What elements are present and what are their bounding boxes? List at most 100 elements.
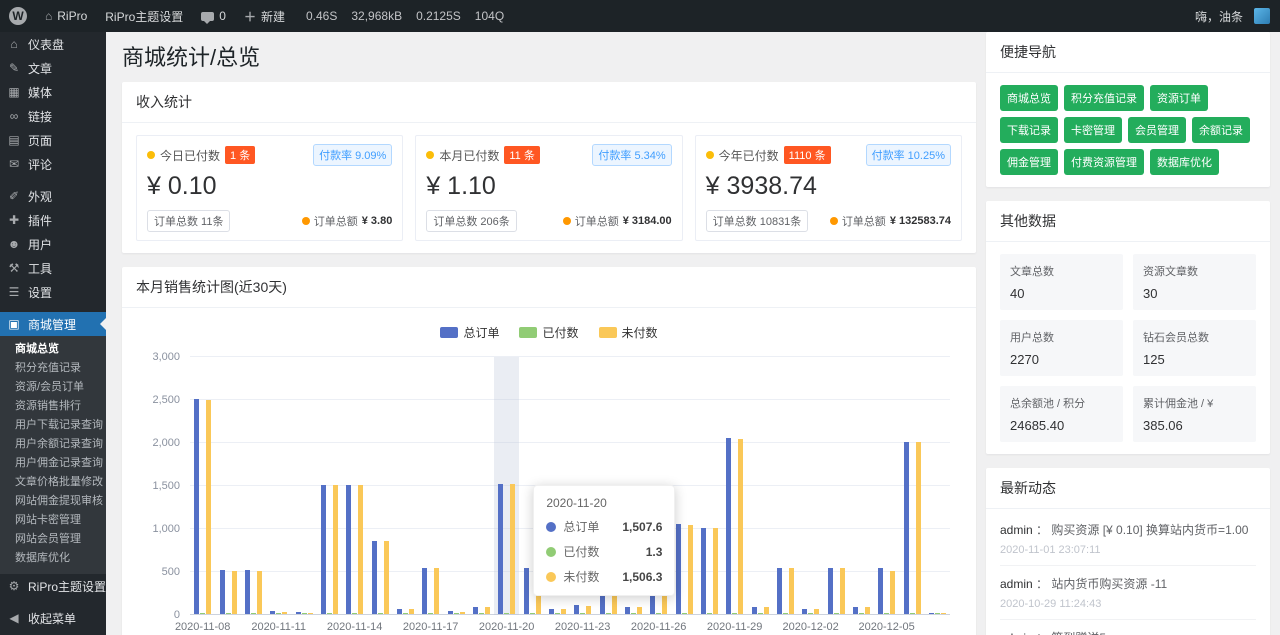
avatar[interactable] <box>1254 8 1270 24</box>
quick-nav-button-3[interactable]: 下载记录 <box>1000 117 1058 143</box>
chart-bar-series-1[interactable] <box>935 613 940 614</box>
chart-bar-series-1[interactable] <box>302 613 307 614</box>
quick-nav-button-1[interactable]: 积分充值记录 <box>1064 85 1144 111</box>
sidebar-subitem-11[interactable]: 数据库优化 <box>0 549 106 568</box>
legend-item-1[interactable]: 已付数 <box>519 324 578 341</box>
chart-bar-series-0[interactable] <box>574 605 579 614</box>
sidebar-item-2[interactable]: ▦媒体 <box>0 80 106 104</box>
chart-bar-series-1[interactable] <box>352 613 357 614</box>
chart-bar-series-2[interactable] <box>333 485 338 614</box>
chart-bar-series-0[interactable] <box>524 568 529 614</box>
sidebar-item-5[interactable]: ✉评论 <box>0 152 106 176</box>
sidebar-item-0[interactable]: ⌂仪表盘 <box>0 32 106 56</box>
chart-bar-series-2[interactable] <box>561 609 566 614</box>
chart-bar-series-1[interactable] <box>454 613 459 614</box>
sidebar-subitem-3[interactable]: 资源销售排行 <box>0 397 106 416</box>
sidebar-subitem-0[interactable]: 商城总览 <box>0 340 106 359</box>
site-link[interactable]: ⌂ RiPro <box>36 0 96 32</box>
chart-bar-series-1[interactable] <box>606 613 611 614</box>
sidebar-item-4[interactable]: ▤页面 <box>0 128 106 152</box>
sidebar-item-1[interactable]: ✎文章 <box>0 56 106 80</box>
chart-bar-series-0[interactable] <box>397 609 402 614</box>
legend-item-2[interactable]: 未付数 <box>599 324 658 341</box>
quick-nav-button-4[interactable]: 卡密管理 <box>1064 117 1122 143</box>
chart-bar-series-0[interactable] <box>625 607 630 614</box>
chart-bar-series-1[interactable] <box>226 613 231 614</box>
chart-bar-series-2[interactable] <box>358 485 363 614</box>
chart-bar-series-0[interactable] <box>321 485 326 614</box>
chart-bar-series-1[interactable] <box>530 613 535 614</box>
chart-bar-series-1[interactable] <box>783 613 788 614</box>
sidebar-subitem-8[interactable]: 网站佣金提现审核 <box>0 492 106 511</box>
chart-bar-series-1[interactable] <box>403 613 408 614</box>
sidebar-footer-item-0[interactable]: ⚙RiPro主题设置 <box>0 574 106 598</box>
chart-bar-series-1[interactable] <box>428 613 433 614</box>
sidebar-item-10[interactable]: ☰设置 <box>0 280 106 304</box>
sidebar-subitem-9[interactable]: 网站卡密管理 <box>0 511 106 530</box>
chart-bar-series-2[interactable] <box>485 607 490 614</box>
chart-bar-series-1[interactable] <box>808 613 813 614</box>
chart-bar-series-1[interactable] <box>758 613 763 614</box>
chart-bar-series-1[interactable] <box>504 613 509 614</box>
new-content-link[interactable]: ＋ 新建 <box>235 0 294 32</box>
chart-bar-series-1[interactable] <box>859 613 864 614</box>
chart-bar-series-0[interactable] <box>752 607 757 614</box>
quick-nav-button-9[interactable]: 数据库优化 <box>1150 149 1219 175</box>
chart-bar-series-2[interactable] <box>637 607 642 614</box>
chart-bar-series-2[interactable] <box>916 442 921 614</box>
chart-bar-series-2[interactable] <box>460 612 465 614</box>
chart-bar-series-1[interactable] <box>707 613 712 614</box>
chart-bar-series-2[interactable] <box>586 606 591 614</box>
sidebar-item-8[interactable]: ☻用户 <box>0 232 106 256</box>
sidebar-subitem-1[interactable]: 积分充值记录 <box>0 359 106 378</box>
chart-bar-series-1[interactable] <box>378 613 383 614</box>
chart-bar-series-1[interactable] <box>682 613 687 614</box>
chart-bar-series-1[interactable] <box>884 613 889 614</box>
chart-bar-series-1[interactable] <box>200 613 205 614</box>
chart-bar-series-2[interactable] <box>232 571 237 614</box>
chart-bar-series-0[interactable] <box>346 485 351 614</box>
chart-bar-series-2[interactable] <box>308 613 313 614</box>
sidebar-footer-item-1[interactable]: ◀收起菜单 <box>0 606 106 630</box>
chart-bar-series-2[interactable] <box>789 568 794 614</box>
chart-bar-series-0[interactable] <box>270 611 275 614</box>
chart-bar-series-1[interactable] <box>327 613 332 614</box>
chart-bar-series-1[interactable] <box>276 613 281 614</box>
chart-bar-series-1[interactable] <box>251 613 256 614</box>
quick-nav-button-5[interactable]: 会员管理 <box>1128 117 1186 143</box>
chart-bar-series-2[interactable] <box>688 525 693 614</box>
chart-bar-series-2[interactable] <box>282 612 287 614</box>
sidebar-item-11[interactable]: ▣商城管理 <box>0 312 106 336</box>
chart-bar-series-1[interactable] <box>732 613 737 614</box>
sidebar-subitem-10[interactable]: 网站会员管理 <box>0 530 106 549</box>
account-link[interactable]: 嗨，油条 <box>1186 0 1252 32</box>
chart-bar-series-0[interactable] <box>296 612 301 614</box>
theme-settings-link[interactable]: RiPro主题设置 <box>96 0 192 32</box>
sidebar-subitem-6[interactable]: 用户佣金记录查询 <box>0 454 106 473</box>
chart-bar-series-2[interactable] <box>865 607 870 614</box>
chart-bar-series-0[interactable] <box>878 568 883 614</box>
chart-bar-series-2[interactable] <box>814 609 819 614</box>
chart-bar-series-2[interactable] <box>409 609 414 614</box>
sidebar-item-3[interactable]: ∞链接 <box>0 104 106 128</box>
chart-bar-series-2[interactable] <box>434 568 439 614</box>
sidebar-item-6[interactable]: ✐外观 <box>0 184 106 208</box>
chart-bar-series-0[interactable] <box>802 609 807 614</box>
sidebar-subitem-7[interactable]: 文章价格批量修改 <box>0 473 106 492</box>
legend-item-0[interactable]: 总订单 <box>440 324 499 341</box>
chart-bar-series-2[interactable] <box>206 400 211 614</box>
sidebar-item-9[interactable]: ⚒工具 <box>0 256 106 280</box>
chart-bar-series-2[interactable] <box>764 607 769 614</box>
quick-nav-button-8[interactable]: 付费资源管理 <box>1064 149 1144 175</box>
chart-bar-series-1[interactable] <box>910 613 915 614</box>
chart-bar-series-2[interactable] <box>713 528 718 614</box>
chart-bar-series-0[interactable] <box>726 438 731 614</box>
sidebar-subitem-2[interactable]: 资源/会员订单 <box>0 378 106 397</box>
chart-bar-series-2[interactable] <box>510 484 515 614</box>
chart-bar-series-2[interactable] <box>941 613 946 614</box>
sidebar-item-7[interactable]: ✚插件 <box>0 208 106 232</box>
chart-bar-series-1[interactable] <box>834 613 839 614</box>
chart-bar-series-0[interactable] <box>828 568 833 614</box>
chart-bar-series-0[interactable] <box>422 568 427 614</box>
chart-bar-series-2[interactable] <box>890 571 895 614</box>
